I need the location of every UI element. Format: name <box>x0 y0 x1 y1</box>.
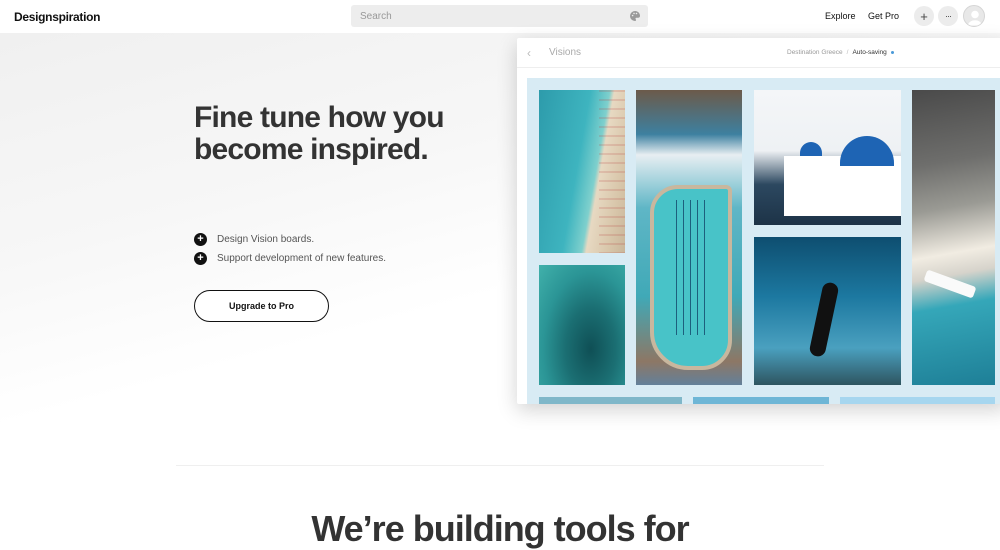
image-strip <box>840 397 995 404</box>
blue-dome-small <box>800 142 822 156</box>
logo[interactable]: Designspiration <box>14 10 100 24</box>
pool-lanes <box>676 200 711 335</box>
status-dot-icon <box>890 50 894 54</box>
board-canvas <box>527 78 1000 404</box>
feature-item: + Support development of new features. <box>194 249 386 268</box>
diver-figure <box>808 281 840 358</box>
add-button[interactable]: + <box>914 6 934 26</box>
search-bar[interactable] <box>351 5 648 27</box>
reef-aerial-image <box>539 265 625 385</box>
blue-dome <box>840 136 894 166</box>
boat-shape <box>923 269 977 299</box>
board-title: Visions <box>549 47 582 58</box>
breadcrumb-separator: / <box>846 49 849 56</box>
sea-pool-image <box>636 90 742 385</box>
top-navbar: Designspiration Explore Get Pro + ··· <box>0 0 1000 33</box>
plus-icon: + <box>920 8 928 24</box>
upgrade-to-pro-button[interactable]: Upgrade to Pro <box>194 290 329 322</box>
breadcrumb-board-name: Destination Greece <box>787 49 843 56</box>
beach-aerial-image <box>539 90 625 253</box>
feature-item: + Design Vision boards. <box>194 230 386 249</box>
avatar-icon <box>967 10 983 26</box>
nav-get-pro-link[interactable]: Get Pro <box>868 11 899 21</box>
feature-list: + Design Vision boards. + Support develo… <box>194 230 386 268</box>
image-strip <box>693 397 829 404</box>
image-strip <box>539 397 682 404</box>
diver-image <box>754 237 901 385</box>
board-header: ‹ Visions Destination Greece / Auto-saving <box>517 38 1000 68</box>
section-divider <box>176 465 824 466</box>
feature-text: Support development of new features. <box>217 253 386 264</box>
feature-text: Design Vision boards. <box>217 234 315 245</box>
santorini-church-image <box>754 90 901 225</box>
section-title: We’re building tools for <box>311 508 689 549</box>
plus-circle-icon: + <box>194 252 207 265</box>
more-icon: ··· <box>945 10 952 21</box>
avatar[interactable] <box>963 5 985 27</box>
vision-board-preview: ‹ Visions Destination Greece / Auto-saving <box>517 38 1000 404</box>
back-chevron-icon: ‹ <box>527 46 531 60</box>
plus-circle-icon: + <box>194 233 207 246</box>
palette-icon[interactable] <box>629 10 641 22</box>
more-button[interactable]: ··· <box>938 6 958 26</box>
autosave-status: Auto-saving <box>852 49 887 56</box>
cove-boat-image <box>912 90 995 385</box>
nav-explore-link[interactable]: Explore <box>825 11 856 21</box>
hero-headline: Fine tune how you become inspired. <box>194 101 445 166</box>
search-input[interactable] <box>360 10 610 22</box>
board-breadcrumb: Destination Greece / Auto-saving <box>787 49 894 56</box>
